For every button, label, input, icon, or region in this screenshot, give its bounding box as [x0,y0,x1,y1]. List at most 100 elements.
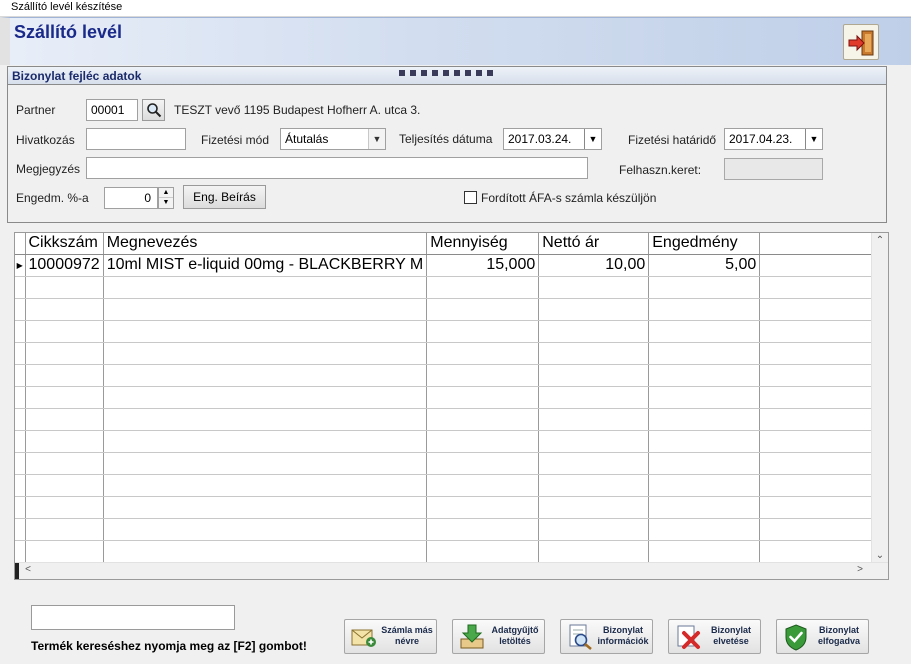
empty-cell[interactable] [25,364,104,387]
empty-cell[interactable] [426,364,540,387]
empty-cell[interactable] [538,386,650,409]
empty-cell[interactable] [103,364,428,387]
scroll-up-icon[interactable]: ⌃ [872,235,888,246]
empty-cell[interactable] [25,276,104,299]
empty-cell[interactable] [25,342,104,365]
spin-up-icon[interactable]: ▲ [159,188,173,198]
empty-cell[interactable] [426,276,540,299]
spin-down-icon[interactable]: ▼ [159,198,173,208]
empty-cell[interactable] [538,364,650,387]
vertical-scrollbar[interactable]: ⌃ ⌄ [871,233,888,563]
empty-cell[interactable] [426,496,540,519]
empty-cell[interactable] [103,430,428,453]
table-row-empty[interactable] [15,364,884,387]
empty-cell[interactable] [648,408,761,431]
empty-cell[interactable] [426,430,540,453]
empty-cell[interactable] [25,408,104,431]
column-header[interactable]: Cikkszám [25,233,104,255]
empty-cell[interactable] [648,496,761,519]
empty-cell[interactable] [25,540,104,563]
bizonylat-elfogadva-button[interactable]: Bizonylat elfogadva [776,619,869,654]
table-row-empty[interactable] [15,276,884,299]
empty-cell[interactable] [538,408,650,431]
empty-cell[interactable] [538,342,650,365]
empty-cell[interactable] [25,320,104,343]
empty-cell[interactable] [426,342,540,365]
empty-cell[interactable] [103,320,428,343]
empty-cell[interactable] [538,496,650,519]
empty-cell[interactable] [538,452,650,475]
hivatkozas-input[interactable] [86,128,186,150]
empty-cell[interactable] [648,342,761,365]
table-row-empty[interactable] [15,408,884,431]
column-header[interactable]: Nettó ár [538,233,650,255]
empty-cell[interactable] [648,430,761,453]
empty-cell[interactable] [538,320,650,343]
bizonylat-elvetese-button[interactable]: Bizonylat elvetése [668,619,761,654]
table-row-empty[interactable] [15,298,884,321]
table-row-empty[interactable] [15,518,884,541]
empty-cell[interactable] [538,474,650,497]
cell-netto-ar[interactable]: 10,00 [538,254,650,277]
scroll-left-icon[interactable]: < [20,564,36,575]
engedm-spinner[interactable]: ▲ ▼ [158,187,174,209]
empty-cell[interactable] [103,386,428,409]
scroll-down-icon[interactable]: ⌄ [872,550,888,561]
teljesites-date-picker[interactable]: 2017.03.24. ▼ [503,128,602,150]
table-row-empty[interactable] [15,386,884,409]
empty-cell[interactable] [648,474,761,497]
column-header[interactable]: Mennyiség [426,233,540,255]
bizonylat-informaciok-button[interactable]: Bizonylat információk [560,619,653,654]
empty-cell[interactable] [25,496,104,519]
empty-cell[interactable] [426,452,540,475]
table-row-empty[interactable] [15,540,884,563]
empty-cell[interactable] [103,276,428,299]
empty-cell[interactable] [648,540,761,563]
empty-cell[interactable] [538,276,650,299]
product-search-input[interactable] [31,605,235,630]
adatgyujto-letoltes-button[interactable]: Adatgyűjtő letöltés [452,619,545,654]
table-row-empty[interactable] [15,452,884,475]
empty-cell[interactable] [25,452,104,475]
empty-cell[interactable] [648,364,761,387]
empty-cell[interactable] [103,496,428,519]
empty-cell[interactable] [648,298,761,321]
empty-cell[interactable] [426,408,540,431]
empty-cell[interactable] [25,518,104,541]
empty-cell[interactable] [25,430,104,453]
cell-engedmeny[interactable]: 5,00 [648,254,761,277]
fizetesi-mod-select[interactable]: Átutalás ▼ [280,128,386,150]
column-header[interactable]: Engedmény [648,233,761,255]
table-row-empty[interactable] [15,430,884,453]
empty-cell[interactable] [103,298,428,321]
table-row-empty[interactable] [15,320,884,343]
szamla-mas-nevre-button[interactable]: Számla más névre [344,619,437,654]
empty-cell[interactable] [25,474,104,497]
cell-cikkszam[interactable]: 10000972 [25,254,104,277]
empty-cell[interactable] [538,430,650,453]
empty-cell[interactable] [538,518,650,541]
empty-cell[interactable] [103,540,428,563]
empty-cell[interactable] [648,386,761,409]
empty-cell[interactable] [426,320,540,343]
table-row-empty[interactable] [15,474,884,497]
eng-beiras-button[interactable]: Eng. Beírás [183,185,266,209]
hatarido-date-picker[interactable]: 2017.04.23. ▼ [724,128,823,150]
horizontal-scrollbar[interactable]: < > [15,562,888,579]
empty-cell[interactable] [103,474,428,497]
cell-mennyiseg[interactable]: 15,000 [426,254,540,277]
table-row[interactable]: ▶ 10000972 10ml MIST e-liquid 00mg - BLA… [15,254,884,277]
scroll-right-icon[interactable]: > [852,564,868,575]
empty-cell[interactable] [103,518,428,541]
table-row-empty[interactable] [15,342,884,365]
panel-grip-handle[interactable] [399,70,493,76]
empty-cell[interactable] [648,276,761,299]
empty-cell[interactable] [648,452,761,475]
empty-cell[interactable] [103,342,428,365]
empty-cell[interactable] [25,386,104,409]
empty-cell[interactable] [426,540,540,563]
megjegyzes-input[interactable] [86,157,588,179]
partner-code-input[interactable]: 00001 [86,99,138,121]
forditott-afa-checkbox[interactable] [464,191,477,204]
table-row-empty[interactable] [15,496,884,519]
